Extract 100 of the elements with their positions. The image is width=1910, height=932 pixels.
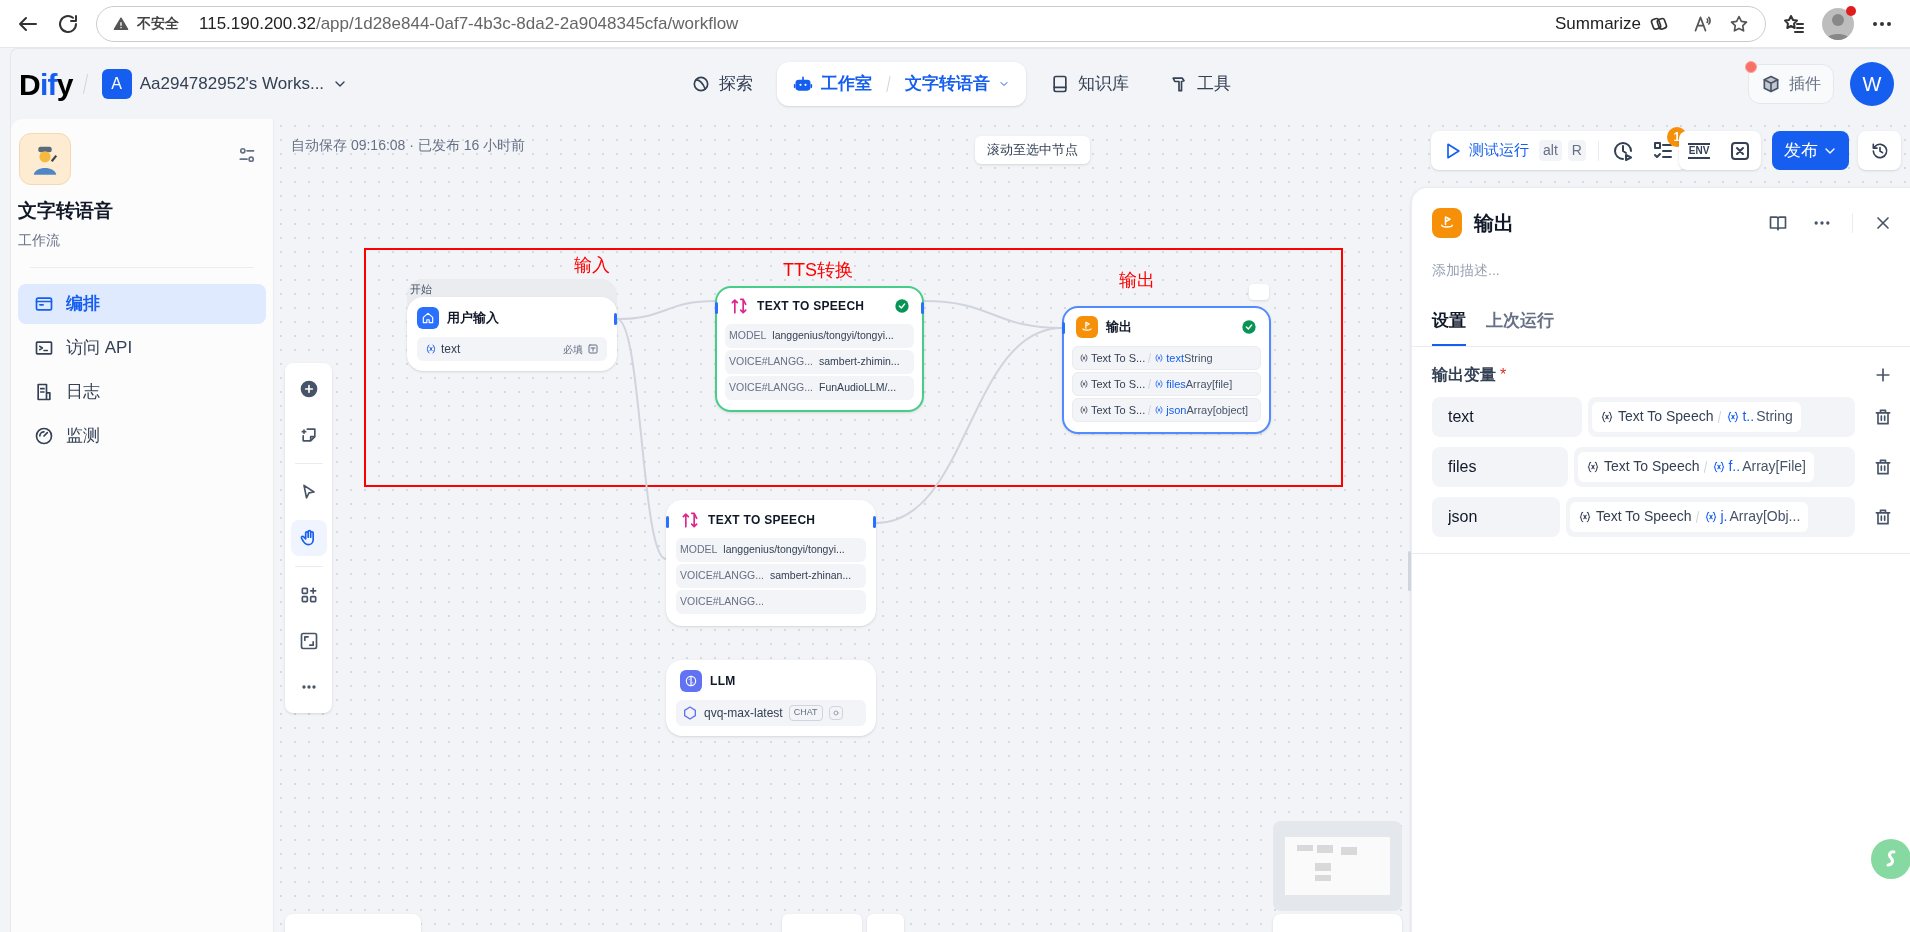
- speech-arrows-icon: [680, 510, 700, 530]
- variable-type: Array[object]: [1186, 402, 1249, 418]
- sidebar-item[interactable]: 访问 API: [18, 327, 266, 368]
- favorite-icon[interactable]: [1729, 13, 1749, 34]
- mode-badge: CHAT: [788, 705, 823, 721]
- variable-icon: [1704, 509, 1719, 524]
- annotation-label: 输出: [1119, 270, 1155, 290]
- profile-avatar[interactable]: [1822, 7, 1854, 40]
- variable-selector[interactable]: Text To Speech f..Array[File]: [1574, 446, 1855, 487]
- test-run-button[interactable]: 测试运行 alt R: [1443, 139, 1586, 162]
- summarize-button[interactable]: Summarize: [1555, 10, 1641, 37]
- nav-tab[interactable]: 探索: [674, 62, 769, 106]
- env-button[interactable]: ENV: [1687, 142, 1711, 159]
- plugins-button[interactable]: 插件: [1748, 64, 1834, 104]
- app-name: 文字转语音: [18, 199, 114, 223]
- panel-tab[interactable]: 上次运行: [1486, 308, 1554, 346]
- variable-type: String: [1756, 407, 1793, 426]
- url-host: 115.190.200.32: [199, 12, 316, 35]
- node-source: Text To Speech: [1596, 507, 1692, 526]
- variable-name: t..: [1742, 407, 1755, 426]
- connection-handle[interactable]: [614, 313, 617, 325]
- sidebar-item[interactable]: 日志: [18, 371, 266, 412]
- variable-icon: [425, 343, 437, 355]
- nav-tab[interactable]: 工具: [1152, 62, 1247, 106]
- start-node[interactable]: 开始 用户输入 text 必填: [407, 279, 617, 371]
- nav-tab[interactable]: 工作室 文字转语音: [776, 62, 1026, 106]
- model-name: qvq-max-latest: [704, 705, 783, 722]
- app-breadcrumb[interactable]: 文字转语音: [904, 71, 990, 97]
- app-icon: [19, 133, 71, 185]
- variable-row: text 必填: [417, 337, 607, 361]
- section-title: 输出变量: [1432, 364, 1496, 385]
- hand-icon[interactable]: [290, 520, 327, 556]
- variable-icon: [1154, 353, 1165, 363]
- book-icon[interactable]: [1768, 213, 1788, 233]
- variable-type: Array[Obj...: [1729, 507, 1801, 526]
- variable-icon: [1154, 405, 1165, 415]
- node-title: TEXT TO SPEECH: [708, 512, 816, 529]
- description-field[interactable]: 添加描述...: [1432, 260, 1872, 281]
- resize-handle[interactable]: [1408, 551, 1411, 591]
- panel-tab[interactable]: 设置: [1432, 308, 1466, 346]
- connection-handle[interactable]: [873, 516, 876, 528]
- node-source: Text To S...: [1091, 350, 1146, 366]
- variable-icon: [1726, 409, 1741, 424]
- variable-name-field[interactable]: json: [1432, 496, 1560, 537]
- workspace-name: Aa294782952's Works...: [139, 73, 325, 96]
- dify-logo[interactable]: Dify: [19, 61, 73, 107]
- param-row: VOICE#LANGG... FunAudioLLM/...: [725, 376, 914, 400]
- variable-name-field[interactable]: files: [1432, 446, 1568, 487]
- param-row: VOICE#LANGG... sambert-zhimin...: [725, 350, 914, 374]
- speech-arrows-icon: [729, 296, 749, 316]
- node-title: TEXT TO SPEECH: [757, 298, 865, 315]
- model-icon: [682, 705, 698, 721]
- variable-icon: [1578, 509, 1592, 524]
- robot-icon: [792, 74, 813, 94]
- publish-button[interactable]: 发布: [1772, 131, 1849, 170]
- connection-handle[interactable]: [1062, 322, 1065, 334]
- node-source: Text To Speech: [1604, 457, 1700, 476]
- input-type-icon: [587, 343, 599, 355]
- sidebar-item[interactable]: 编排: [18, 283, 266, 324]
- shortcut-key: R: [1567, 140, 1586, 161]
- node-title: 用户输入: [447, 309, 499, 328]
- variable-icon: [1154, 379, 1165, 389]
- version-history-button[interactable]: [1858, 131, 1901, 170]
- user-avatar[interactable]: W: [1850, 62, 1894, 106]
- node-source: Text To S...: [1091, 402, 1146, 418]
- node-source: Text To Speech: [1618, 407, 1714, 426]
- connection-handle[interactable]: [666, 516, 669, 528]
- read-aloud-icon[interactable]: [1693, 13, 1713, 34]
- nav-tab[interactable]: 知识库: [1033, 62, 1145, 106]
- variable-icon: [1586, 459, 1600, 474]
- annotation-label: 输入: [574, 255, 610, 275]
- workspace-selector[interactable]: A Aa294782952's Works...: [97, 69, 353, 99]
- variable-name: json: [1166, 402, 1187, 418]
- param-row: MODEL langgenius/tongyi/tongyi...: [725, 324, 914, 348]
- variable-selector[interactable]: Text To Speech t..String: [1588, 396, 1855, 437]
- connection-handle[interactable]: [921, 302, 924, 314]
- autosave-status: 自动保存 09:16:08 · 已发布 16 小时前: [291, 136, 526, 155]
- variable-icon: [1079, 353, 1089, 363]
- url-path: /app/1d28e844-0af7-4b3c-8da2-2a9048345cfa/workflow: [315, 12, 739, 35]
- tts-node[interactable]: TEXT TO SPEECH MODEL langgenius/tongyi/tongyi... VOICE#LANGG... sambert-zhinan... VOICE#LANGG...: [666, 500, 876, 626]
- llm-node[interactable]: LLM qvq-max-latest CHAT: [666, 660, 876, 736]
- connection-handle[interactable]: [715, 302, 718, 314]
- tts-node[interactable]: TEXT TO SPEECH MODEL langgenius/tongyi/tongyi... VOICE#LANGG... sambert-zhimin... VOICE#LANGG... FunAudioLLM/...: [715, 286, 924, 412]
- variable-type: Array[file]: [1185, 376, 1233, 392]
- home-icon: [417, 307, 439, 329]
- variable-icon: [1712, 459, 1727, 474]
- shortcut-key: alt: [1539, 140, 1562, 161]
- node-title: LLM: [710, 673, 736, 690]
- variable-name: files: [1166, 376, 1186, 392]
- param-row: MODEL langgenius/tongyi/tongyi...: [676, 538, 866, 562]
- variable-type: Array[File]: [1742, 457, 1806, 476]
- variable-name-field[interactable]: text: [1432, 396, 1582, 437]
- warning-icon: [113, 15, 129, 32]
- variable-selector[interactable]: Text To Speech j.Array[Obj...: [1566, 496, 1855, 537]
- required-mark: *: [1500, 364, 1507, 385]
- param-row: VOICE#LANGG... sambert-zhinan...: [676, 564, 866, 588]
- security-label: 不安全: [137, 14, 179, 33]
- scroll-to-node-button[interactable]: 滚动至选中节点: [975, 136, 1090, 164]
- variable-icon: [1600, 409, 1614, 424]
- sidebar-item[interactable]: 监测: [18, 415, 266, 456]
